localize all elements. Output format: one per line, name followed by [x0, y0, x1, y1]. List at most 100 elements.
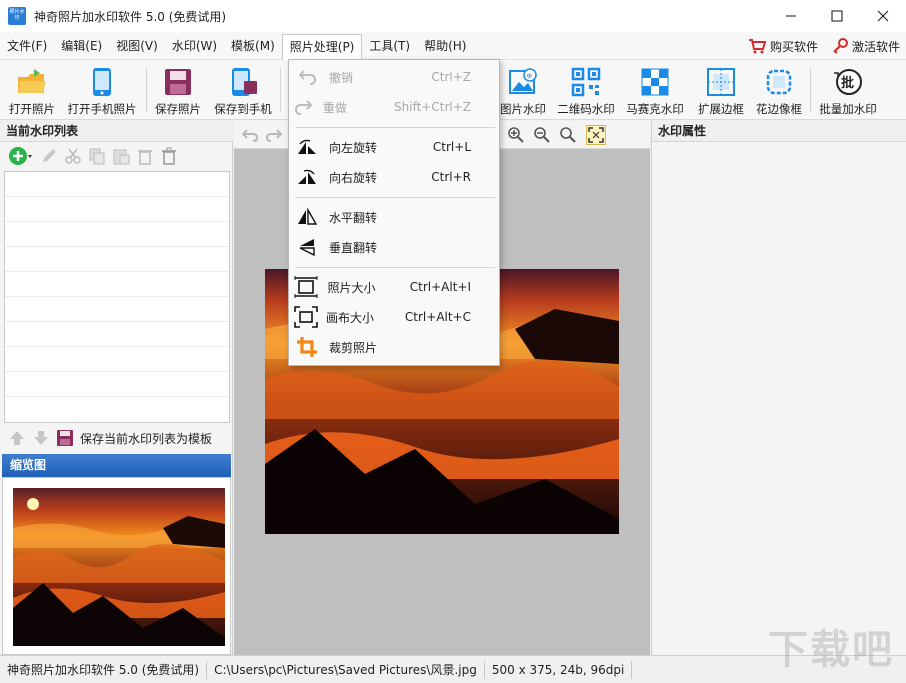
menu-flip-vertical[interactable]: 垂直翻转 [289, 232, 499, 262]
save-template-bar: 保存当前水印列表为模板 [4, 426, 230, 450]
menu-rotate-left[interactable]: 向左旋转 Ctrl+L [289, 132, 499, 162]
cart-icon [748, 39, 766, 54]
qr-watermark-button[interactable]: 二维码水印 [554, 60, 618, 120]
add-watermark-icon[interactable] [8, 146, 34, 166]
copy-icon[interactable] [88, 147, 106, 165]
window-controls [768, 0, 906, 32]
list-item[interactable] [5, 172, 229, 197]
menu-separator [295, 267, 495, 268]
menu-bar: 文件(F) 编辑(E) 视图(V) 水印(W) 模板(M) 照片处理(P) 工具… [0, 32, 906, 61]
edit-icon[interactable] [40, 147, 58, 165]
menu-redo[interactable]: 重做 Shift+Ctrl+Z [289, 92, 499, 122]
menu-separator [295, 197, 495, 198]
zoom-actual-icon[interactable] [558, 125, 578, 145]
list-item[interactable] [5, 347, 229, 372]
paste-icon[interactable] [112, 147, 130, 165]
list-item[interactable] [5, 322, 229, 347]
batch-watermark-button[interactable]: 批 批量加水印 [814, 60, 882, 120]
zoom-in-icon[interactable] [506, 125, 526, 145]
menu-canvas-size-shortcut: Ctrl+Alt+C [404, 310, 471, 324]
rotate-left-icon [289, 132, 325, 162]
menu-image-size[interactable]: 照片大小 Ctrl+Alt+I [289, 272, 499, 302]
fit-window-icon[interactable] [586, 125, 606, 145]
minimize-button[interactable] [768, 0, 814, 32]
menu-crop-photo-label: 裁剪照片 [329, 340, 378, 355]
flower-frame-icon [762, 66, 796, 98]
menu-edit[interactable]: 编辑(E) [54, 34, 109, 58]
delete-icon[interactable] [136, 147, 154, 165]
close-icon [877, 10, 889, 22]
menu-undo-label: 撤销 [329, 70, 354, 85]
menu-canvas-size-label: 画布大小 [326, 310, 375, 325]
maximize-icon [831, 10, 843, 22]
qr-watermark-label: 二维码水印 [557, 102, 615, 116]
mosaic-watermark-button[interactable]: 马赛克水印 [622, 60, 688, 120]
minimize-icon [786, 15, 796, 17]
menu-tools[interactable]: 工具(T) [362, 34, 417, 58]
open-phone-photo-button[interactable]: 打开手机照片 [64, 60, 140, 120]
menu-flip-vertical-label: 垂直翻转 [329, 240, 378, 255]
save-template-button[interactable]: 保存当前水印列表为模板 [80, 430, 212, 447]
move-down-icon[interactable] [32, 429, 50, 447]
zoom-out-icon[interactable] [532, 125, 552, 145]
title-bar: 照片水印 神奇照片加水印软件 5.0 (免费试用) [0, 0, 906, 32]
key-icon [833, 38, 848, 54]
flower-border-button[interactable]: 花边像框 [752, 60, 806, 120]
phone-icon [85, 66, 119, 98]
menu-separator [295, 127, 495, 128]
list-item[interactable] [5, 247, 229, 272]
maximize-button[interactable] [814, 0, 860, 32]
menu-view[interactable]: 视图(V) [109, 34, 165, 58]
save-photo-button[interactable]: 保存照片 [150, 60, 206, 120]
svg-text:批: 批 [841, 75, 854, 91]
list-item[interactable] [5, 272, 229, 297]
thumbnail-panel [2, 477, 231, 655]
mosaic-icon [638, 66, 672, 98]
canvas-undo-icon[interactable] [240, 125, 260, 145]
watermark-list-toolbar [0, 142, 233, 170]
thumbnail-image[interactable] [13, 488, 225, 646]
menu-help[interactable]: 帮助(H) [417, 34, 473, 58]
save-to-phone-label: 保存到手机 [214, 102, 272, 116]
canvas-redo-icon[interactable] [264, 125, 284, 145]
buy-software-link[interactable]: 购买软件 [748, 38, 818, 55]
list-item[interactable] [5, 222, 229, 247]
open-photo-button[interactable]: 打开照片 [6, 60, 58, 120]
menu-canvas-size[interactable]: 画布大小 Ctrl+Alt+C [289, 302, 499, 332]
menu-rotate-right-label: 向右旋转 [329, 170, 378, 185]
menu-undo-shortcut: Ctrl+Z [431, 70, 471, 84]
menu-photo-processing[interactable]: 照片处理(P) [281, 33, 363, 61]
toolbar-separator [810, 68, 811, 112]
cut-icon[interactable] [64, 147, 82, 165]
menu-undo[interactable]: 撤销 Ctrl+Z [289, 62, 499, 92]
toolbar-separator [280, 68, 281, 112]
move-up-icon[interactable] [8, 429, 26, 447]
photo-watermark-button[interactable]: ⊕ 图片水印 [496, 60, 550, 120]
menu-watermark[interactable]: 水印(W) [165, 34, 224, 58]
thumbnail-title: 缩览图 [2, 454, 231, 477]
open-phone-photo-label: 打开手机照片 [67, 102, 137, 116]
list-item[interactable] [5, 197, 229, 222]
watermark-properties-title: 水印属性 [652, 121, 906, 142]
list-item[interactable] [5, 372, 229, 397]
image-size-icon [289, 272, 323, 302]
menu-template[interactable]: 模板(M) [224, 34, 282, 58]
save-to-phone-button[interactable]: 保存到手机 [210, 60, 276, 120]
menu-image-size-shortcut: Ctrl+Alt+I [409, 280, 471, 294]
buy-software-label: 购买软件 [769, 39, 818, 54]
menu-file[interactable]: 文件(F) [0, 34, 54, 58]
open-folder-icon [15, 66, 49, 98]
list-item[interactable] [5, 297, 229, 322]
menu-crop-photo[interactable]: 裁剪照片 [289, 332, 499, 362]
activate-software-link[interactable]: 激活软件 [832, 38, 900, 55]
menu-image-size-label: 照片大小 [327, 280, 376, 295]
close-button[interactable] [860, 0, 906, 32]
expand-border-button[interactable]: 扩展边框 [694, 60, 748, 120]
watermark-list[interactable] [4, 171, 230, 423]
menu-flip-horizontal[interactable]: 水平翻转 [289, 202, 499, 232]
svg-text:⊕: ⊕ [527, 72, 533, 80]
clear-all-icon[interactable] [160, 147, 178, 165]
photo-watermark-label: 图片水印 [500, 102, 546, 116]
flip-vertical-icon [289, 232, 325, 262]
menu-rotate-right[interactable]: 向右旋转 Ctrl+R [289, 162, 499, 192]
